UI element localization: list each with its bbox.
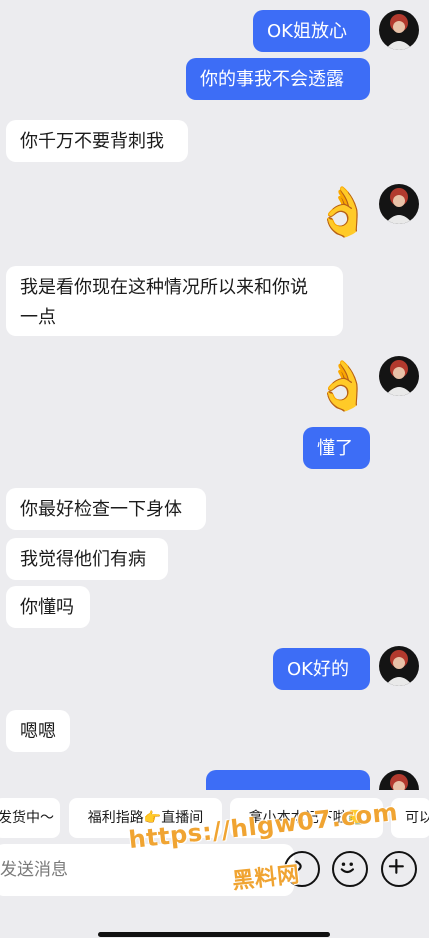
chat-area: OK姐放心 你的事我不会透露 你千万不要背刺我 👌 我是看你现在这种情况所以来和…: [0, 0, 429, 790]
avatar[interactable]: [379, 184, 419, 224]
emoji-icon[interactable]: [332, 851, 368, 887]
input-bar: 发送消息: [0, 844, 429, 904]
message-bubble-incoming: 你最好检查一下身体: [6, 488, 206, 530]
plus-icon[interactable]: [381, 851, 417, 887]
message-bubble-incoming: 嗯嗯: [6, 710, 70, 752]
avatar[interactable]: [379, 356, 419, 396]
avatar[interactable]: [379, 10, 419, 50]
ok-hand-emoji-message: 👌: [313, 184, 373, 240]
avatar[interactable]: [379, 770, 419, 790]
message-bubble-incoming: 你懂吗: [6, 586, 90, 628]
bottom-panel: 发货中～ 福利指路👉直播间 拿小本本记下啦📒 可以 发送消息 https://h…: [0, 790, 429, 938]
message-bubble-outgoing: OK姐放心: [253, 10, 370, 52]
message-bubble-incoming: 我觉得他们有病: [6, 538, 168, 580]
avatar[interactable]: [379, 646, 419, 686]
message-line: 一点: [20, 307, 56, 328]
message-bubble-outgoing: 你的事我不会透露: [186, 58, 370, 100]
message-bubble-incoming: 你千万不要背刺我: [6, 120, 188, 162]
home-indicator[interactable]: [98, 932, 330, 937]
message-line: 我是看你现在这种情况所以来和你说: [20, 277, 308, 298]
message-bubble-incoming: 我是看你现在这种情况所以来和你说 一点: [6, 266, 343, 336]
message-bubble-outgoing-partial: [206, 770, 370, 790]
ok-hand-emoji-message: 👌: [313, 358, 373, 414]
quick-reply-chip[interactable]: 发货中～: [0, 798, 60, 838]
message-bubble-outgoing: OK好的: [273, 648, 370, 690]
message-bubble-outgoing: 懂了: [303, 427, 370, 469]
